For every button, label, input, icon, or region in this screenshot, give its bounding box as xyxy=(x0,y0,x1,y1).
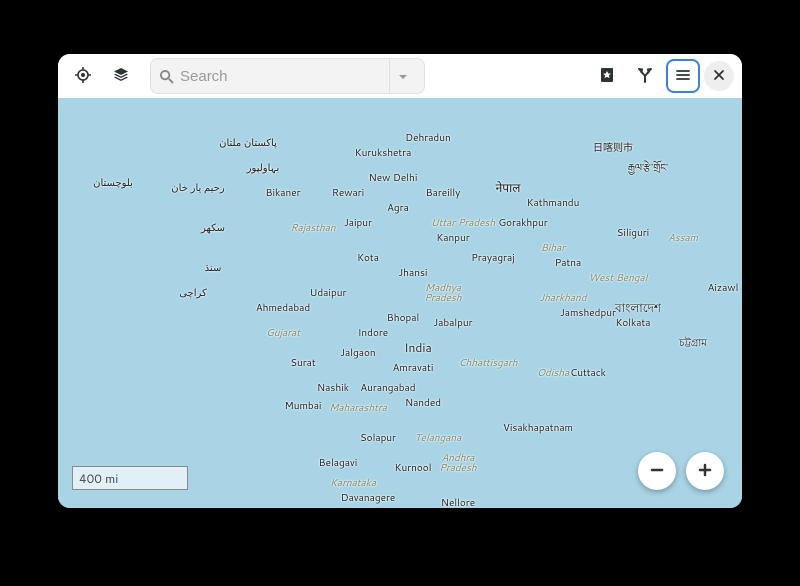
map-label: 日喀则市 xyxy=(593,143,633,153)
map-label: Solapur xyxy=(360,433,396,443)
map-label: Udaipur xyxy=(310,288,347,298)
app-window: India नेपाल বাংলাদেশ Rajasthan Gujarat Mahara… xyxy=(58,54,742,508)
search-icon xyxy=(159,69,174,84)
map-label: Bihar xyxy=(541,243,565,253)
crosshair-icon xyxy=(75,67,91,86)
map-viewport[interactable]: India नेपाल বাংলাদেশ Rajasthan Gujarat Mahara… xyxy=(58,98,742,508)
map-label: Kanpur xyxy=(436,233,469,243)
zoom-in-button[interactable] xyxy=(686,452,724,490)
map-label: Jamshedpur xyxy=(560,308,616,318)
map-label: Jabalpur xyxy=(433,318,472,328)
map-label: Jaipur xyxy=(344,218,372,228)
map-label: Karnataka xyxy=(330,478,376,488)
map-label: كراچى xyxy=(179,288,207,298)
hamburger-icon xyxy=(675,67,691,86)
minus-icon xyxy=(649,462,665,481)
map-label: Aurangabad xyxy=(360,383,415,393)
map-label: Kolkata xyxy=(615,318,650,328)
map-label: رحيم يار خان xyxy=(171,183,224,193)
map-label: پاکستان ملتان xyxy=(219,138,277,148)
map-label: Ahmedabad xyxy=(256,303,310,313)
search-input[interactable] xyxy=(174,68,385,85)
map-label: بہاولپور xyxy=(247,163,280,173)
map-label: Rajasthan xyxy=(290,223,335,233)
map-label: Jalgaon xyxy=(340,348,375,358)
map-label: Telangana xyxy=(415,433,462,443)
map-label: New Delhi xyxy=(369,173,418,183)
zoom-controls xyxy=(638,452,724,490)
map-label: Bareilly xyxy=(426,188,461,198)
map-label: Visakhapatnam xyxy=(503,423,573,433)
menu-button[interactable] xyxy=(666,59,700,93)
map-label: Cuttack xyxy=(570,368,606,378)
chevron-down-icon xyxy=(398,65,408,88)
map-label: Aizawl xyxy=(708,283,739,293)
map-label: MadhyaPradesh xyxy=(424,283,461,303)
map-label: Gorakhpur xyxy=(498,218,547,228)
map-label: Jharkhand xyxy=(540,293,587,303)
map-label: Siliguri xyxy=(617,228,649,238)
bookmarks-button[interactable] xyxy=(590,59,624,93)
map-label: AndhraPradesh xyxy=(439,453,476,473)
map-label: Kathmandu xyxy=(527,198,580,208)
map-label: سنڌ xyxy=(205,263,222,273)
map-label: Kota xyxy=(357,253,379,263)
map-label: Amravati xyxy=(393,363,434,373)
map-label: West Bengal xyxy=(589,273,648,283)
map-label: Rewari xyxy=(332,188,364,198)
map-label: Davanagere xyxy=(341,493,396,503)
map-label: Gujarat xyxy=(266,328,300,338)
map-label: Uttar Pradesh xyxy=(431,218,495,228)
map-label: Indore xyxy=(358,328,388,338)
map-label: বাংলাদেশ xyxy=(615,302,661,314)
plus-icon xyxy=(697,462,713,481)
header-bar xyxy=(58,54,742,98)
route-button[interactable] xyxy=(628,59,662,93)
map-label: Chhattisgarh xyxy=(458,358,517,368)
map-label: Nellore xyxy=(441,498,475,508)
map-label: سکھر xyxy=(201,223,225,233)
map-label: India xyxy=(404,342,431,354)
map-label: Mumbai xyxy=(285,401,322,411)
bookmark-star-icon xyxy=(599,67,615,86)
close-button[interactable] xyxy=(704,61,734,91)
route-fork-icon xyxy=(637,67,653,86)
map-label: Bhopal xyxy=(387,313,419,323)
zoom-out-button[interactable] xyxy=(638,452,676,490)
map-label: Jhansi xyxy=(399,268,428,278)
map-label: Kurukshetra xyxy=(355,148,412,158)
map-label: بلوچستان xyxy=(93,178,133,188)
map-label: Assam xyxy=(668,233,698,243)
map-label: Kurnool xyxy=(395,463,432,473)
locate-button[interactable] xyxy=(66,59,100,93)
scale-label: 400 mi xyxy=(79,470,118,487)
layers-button[interactable] xyxy=(104,59,138,93)
map-label: नेपाल xyxy=(496,182,521,194)
search-field[interactable] xyxy=(150,58,425,94)
map-label: Surat xyxy=(290,358,315,368)
map-label: চট্টগ্রাম xyxy=(679,338,707,348)
map-label: Maharashtra xyxy=(329,403,387,413)
map-label: Belagavi xyxy=(319,458,358,468)
search-dropdown[interactable] xyxy=(389,59,416,93)
scale-bar: 400 mi xyxy=(72,466,188,490)
layers-icon xyxy=(113,67,129,86)
map-label: Patna xyxy=(555,258,582,268)
map-label: Bikaner xyxy=(265,188,300,198)
map-label: Odisha xyxy=(537,368,569,378)
close-icon xyxy=(713,69,725,84)
map-label: Nashik xyxy=(317,383,349,393)
map-label: རྒྱལ་རྩེ་གྲོང་ xyxy=(628,163,668,173)
map-label: Prayagraj xyxy=(471,253,515,263)
map-label: Dehradun xyxy=(405,133,450,143)
map-label: Nanded xyxy=(405,398,441,408)
map-label: Agra xyxy=(387,203,409,213)
